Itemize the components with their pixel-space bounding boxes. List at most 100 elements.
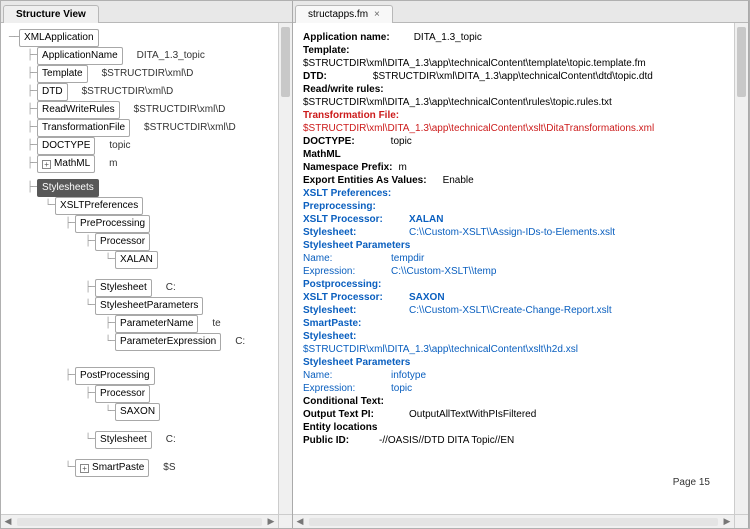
- node-processor-pre[interactable]: Processor: [95, 233, 150, 251]
- tab-label: structapps.fm: [308, 9, 368, 20]
- scroll-right-icon[interactable]: ▶: [720, 516, 734, 527]
- lbl-name1: Name:: [303, 253, 385, 264]
- val-nsprefix: m: [399, 162, 407, 173]
- val-dtd: $STRUCTDIR\xml\D: [82, 84, 174, 100]
- val-parametername: te: [212, 316, 220, 332]
- tab-structapps[interactable]: structapps.fm ×: [295, 5, 393, 23]
- val-applicationname: DITA_1.3_topic: [137, 48, 205, 64]
- lbl-xsltproc-pre: XSLT Processor:: [303, 214, 403, 225]
- node-stylesheets[interactable]: Stylesheets: [37, 179, 99, 197]
- node-doctype[interactable]: DOCTYPE: [37, 137, 95, 155]
- lbl-style-post: Stylesheet:: [303, 305, 403, 316]
- scrollbar-thumb[interactable]: [737, 27, 746, 97]
- lbl-nsprefix: Namespace Prefix:: [303, 162, 393, 173]
- scroll-right-icon[interactable]: ▶: [264, 516, 278, 527]
- vertical-scrollbar[interactable]: [734, 23, 748, 514]
- horizontal-scrollbar[interactable]: ◀▶: [293, 514, 734, 528]
- right-tabbar: structapps.fm ×: [293, 1, 748, 23]
- page-number: Page 15: [673, 477, 710, 488]
- val-xalan: XALAN: [409, 214, 443, 225]
- val-stylesheet-pre: C:: [166, 280, 176, 296]
- val-stylesheet-post: C:: [166, 432, 176, 448]
- node-smartpaste[interactable]: +SmartPaste: [75, 459, 149, 477]
- val-style-post: C:\\Custom-XSLT\\Create-Change-Report.xs…: [409, 305, 612, 316]
- lbl-postproc: Postprocessing:: [303, 279, 381, 290]
- val-saxon: SAXON: [409, 292, 445, 303]
- val-template: $STRUCTDIR\xml\D: [102, 66, 194, 82]
- val-sp-style: $STRUCTDIR\xml\DITA_1.3\app\technicalCon…: [303, 344, 578, 355]
- val-readwriterules: $STRUCTDIR\xml\D: [134, 102, 226, 118]
- val-template: $STRUCTDIR\xml\DITA_1.3\app\technicalCon…: [303, 58, 646, 69]
- lbl-styleparams-sp: Stylesheet Parameters: [303, 357, 410, 368]
- node-readwriterules[interactable]: ReadWriteRules: [37, 101, 120, 119]
- val-expr1: C:\\Custom-XSLT\\temp: [391, 266, 496, 277]
- node-processor-post[interactable]: Processor: [95, 385, 150, 403]
- node-preprocessing[interactable]: PreProcessing: [75, 215, 150, 233]
- val-parameterexpression: C:: [235, 334, 245, 350]
- node-parameterexpression[interactable]: ParameterExpression: [115, 333, 221, 351]
- document-body[interactable]: Application name:DITA_1.3_topic Template…: [293, 23, 734, 455]
- scroll-track[interactable]: [309, 518, 718, 526]
- node-transformationfile[interactable]: TransformationFile: [37, 119, 130, 137]
- val-rw: $STRUCTDIR\xml\DITA_1.3\app\technicalCon…: [303, 97, 612, 108]
- expand-icon[interactable]: +: [42, 160, 51, 169]
- tab-label: Structure View: [16, 9, 86, 20]
- node-mathml[interactable]: +MathML: [37, 155, 95, 173]
- lbl-doctype: DOCTYPE:: [303, 136, 355, 147]
- app-root: Structure View ──XMLApplication ├─Applic…: [0, 0, 750, 529]
- expand-icon[interactable]: +: [80, 464, 89, 473]
- node-xalan[interactable]: XALAN: [115, 251, 158, 269]
- val-dtd: $STRUCTDIR\xml\DITA_1.3\app\technicalCon…: [373, 71, 653, 82]
- left-tabbar: Structure View: [1, 1, 292, 23]
- node-xmlapplication[interactable]: XMLApplication: [19, 29, 98, 47]
- lbl-smartpaste: SmartPaste:: [303, 318, 361, 329]
- lbl-entloc: Entity locations: [303, 422, 377, 433]
- node-saxon[interactable]: SAXON: [115, 403, 160, 421]
- scroll-track[interactable]: [17, 518, 262, 526]
- lbl-name2: Name:: [303, 370, 385, 381]
- horizontal-scrollbar[interactable]: ◀▶: [1, 514, 278, 528]
- node-stylesheetparameters[interactable]: StylesheetParameters: [95, 297, 203, 315]
- lbl-trans: Transformation File:: [303, 110, 399, 121]
- lbl-expr1: Expression:: [303, 266, 385, 277]
- node-applicationname[interactable]: ApplicationName: [37, 47, 123, 65]
- val-style-pre: C:\\Custom-XSLT\\Assign-IDs-to-Elements.…: [409, 227, 615, 238]
- val-trans: $STRUCTDIR\xml\DITA_1.3\app\technicalCon…: [303, 123, 654, 134]
- lbl-style-pre: Stylesheet:: [303, 227, 403, 238]
- lbl-xsltproc-post: XSLT Processor:: [303, 292, 403, 303]
- node-dtd[interactable]: DTD: [37, 83, 68, 101]
- scrollbar-thumb[interactable]: [281, 27, 290, 97]
- val-transformationfile: $STRUCTDIR\xml\D: [144, 120, 236, 136]
- val-appname: DITA_1.3_topic: [414, 32, 482, 43]
- lbl-sp-style: Stylesheet:: [303, 331, 356, 342]
- scroll-corner: [278, 514, 292, 528]
- vertical-scrollbar[interactable]: [278, 23, 292, 514]
- lbl-mathml: MathML: [303, 149, 341, 160]
- element-tree[interactable]: ──XMLApplication ├─ApplicationNameDITA_1…: [1, 23, 278, 483]
- scroll-left-icon[interactable]: ◀: [1, 516, 15, 527]
- tree-content: ──XMLApplication ├─ApplicationNameDITA_1…: [1, 23, 292, 528]
- lbl-xsltprefs: XSLT Preferences:: [303, 188, 391, 199]
- val-mathml: m: [109, 156, 117, 172]
- lbl-dtd: DTD:: [303, 71, 327, 82]
- val-expr2: topic: [391, 383, 412, 394]
- tab-structure-view[interactable]: Structure View: [3, 5, 99, 23]
- val-outpi: OutputAllTextWithPIsFiltered: [409, 409, 536, 420]
- lbl-rw: Read/write rules:: [303, 84, 384, 95]
- node-stylesheet-post[interactable]: Stylesheet: [95, 431, 152, 449]
- val-smartpaste: $S: [163, 460, 175, 476]
- lbl-condtext: Conditional Text:: [303, 396, 384, 407]
- node-template[interactable]: Template: [37, 65, 88, 83]
- node-parametername[interactable]: ParameterName: [115, 315, 198, 333]
- close-icon[interactable]: ×: [374, 9, 380, 20]
- lbl-pubid: Public ID:: [303, 435, 373, 446]
- lbl-template: Template:: [303, 45, 350, 56]
- node-postprocessing[interactable]: PostProcessing: [75, 367, 154, 385]
- val-name2: infotype: [391, 370, 426, 381]
- document-panel: structapps.fm × Application name:DITA_1.3…: [293, 1, 749, 528]
- structure-view-panel: Structure View ──XMLApplication ├─Applic…: [1, 1, 293, 528]
- node-xsltpreferences[interactable]: XSLTPreferences: [55, 197, 143, 215]
- node-stylesheet-pre[interactable]: Stylesheet: [95, 279, 152, 297]
- val-pubid: -//OASIS//DTD DITA Topic//EN: [379, 435, 514, 446]
- scroll-left-icon[interactable]: ◀: [293, 516, 307, 527]
